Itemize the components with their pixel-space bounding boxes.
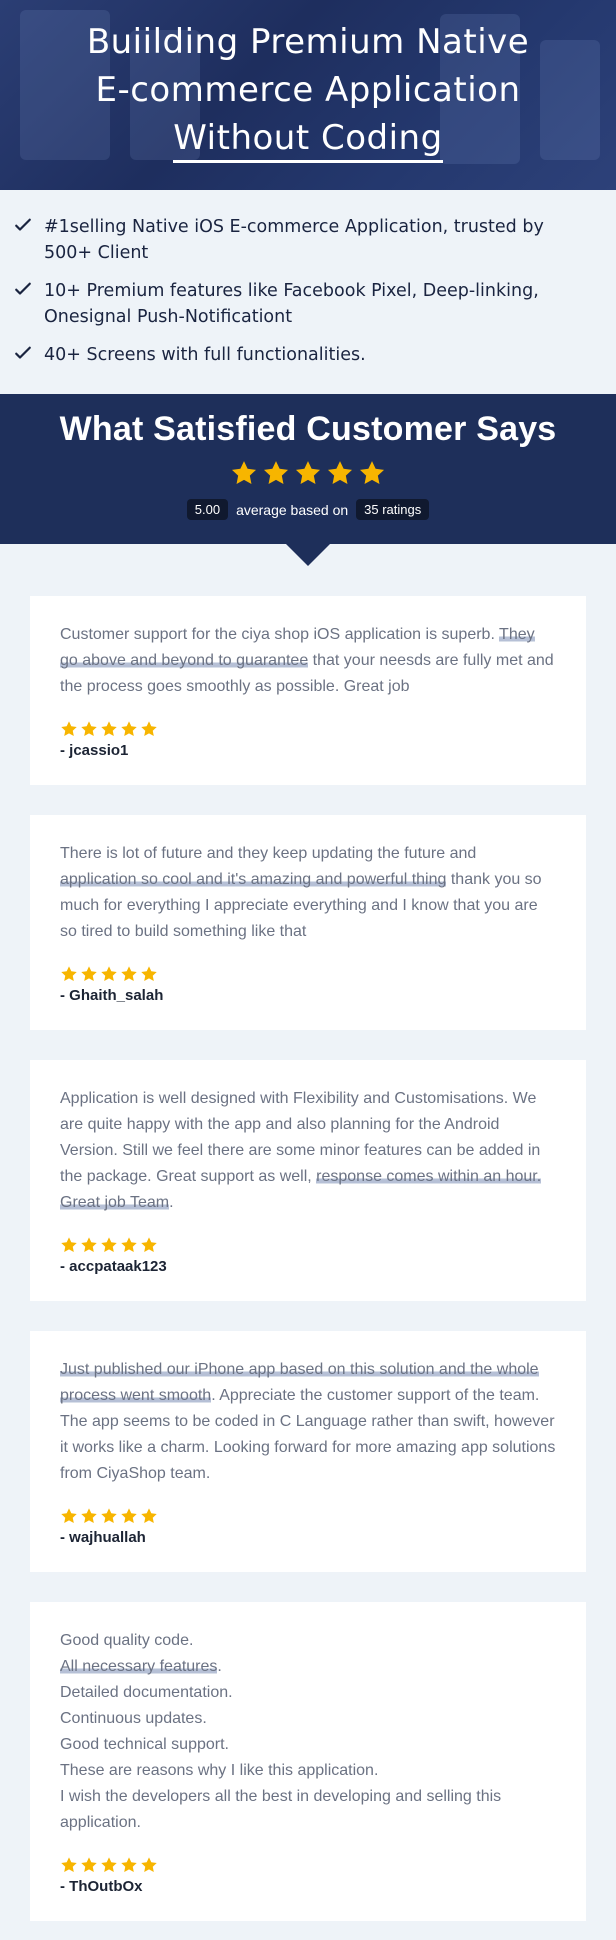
review-text: Just published our iPhone app based on t… — [60, 1357, 556, 1487]
review-text: Good quality code. All necessary features… — [60, 1628, 556, 1836]
star-icon — [141, 1857, 157, 1873]
review-highlight: application so cool and it's amazing and… — [60, 871, 447, 888]
star-icon — [359, 461, 385, 484]
check-icon — [15, 346, 31, 359]
review-line: Good quality code. — [60, 1632, 194, 1649]
review-author: - jcassio1 — [60, 742, 129, 759]
hero-banner: Buiilding Premium Native E-commerce Appl… — [0, 0, 616, 190]
review-stars — [60, 1507, 556, 1525]
star-icon — [101, 1237, 117, 1253]
hero-title: Buiilding Premium Native E-commerce Appl… — [0, 18, 616, 163]
review-card: Customer support for the ciya shop iOS a… — [30, 596, 586, 785]
star-icon — [141, 721, 157, 737]
star-icon — [61, 1237, 77, 1253]
review-card: Application is well designed with Flexib… — [30, 1060, 586, 1301]
hero-title-underlined: Without Coding — [173, 118, 443, 163]
average-rating-badge: 5.00 — [186, 499, 229, 520]
star-icon — [81, 1508, 97, 1524]
ratings-count-badge: 35 ratings — [356, 499, 430, 520]
star-icon — [327, 461, 353, 484]
review-highlight: All necessary features — [60, 1658, 218, 1675]
check-icon — [15, 218, 31, 231]
review-stars — [60, 965, 556, 983]
star-icon — [121, 1237, 137, 1253]
star-icon — [141, 1237, 157, 1253]
star-icon — [61, 1857, 77, 1873]
star-icon — [101, 1508, 117, 1524]
review-line: These are reasons why I like this applic… — [60, 1762, 379, 1779]
star-icon — [81, 1857, 97, 1873]
review-author: - ThOutbOx — [60, 1878, 143, 1895]
check-icon — [15, 282, 31, 295]
ratings-title: What Satisfied Customer Says — [59, 410, 557, 448]
star-icon — [231, 461, 257, 484]
feature-text: 40+ Screens with full functionalities. — [44, 345, 366, 365]
review-line: Detailed documentation. — [60, 1684, 233, 1701]
star-icon — [81, 721, 97, 737]
star-icon — [101, 966, 117, 982]
star-icon — [295, 461, 321, 484]
star-icon — [61, 721, 77, 737]
review-line: Good technical support. — [60, 1736, 229, 1753]
star-icon — [101, 721, 117, 737]
review-text: Application is well designed with Flexib… — [60, 1086, 556, 1216]
review-text-part: Customer support for the ciya shop iOS a… — [60, 626, 500, 643]
review-author: - wajhuallah — [60, 1529, 146, 1546]
star-icon — [141, 1508, 157, 1524]
feature-text: #1selling Native iOS E-commerce Applicat… — [44, 217, 544, 263]
review-stars — [60, 1856, 556, 1874]
feature-item: 10+ Premium features like Facebook Pixel… — [0, 278, 616, 330]
ratings-stars — [0, 459, 616, 487]
review-text: There is lot of future and they keep upd… — [60, 841, 556, 945]
reviews-list: Customer support for the ciya shop iOS a… — [0, 544, 616, 1921]
review-stars — [60, 1236, 556, 1254]
hero-title-line: E-commerce Application — [95, 70, 521, 110]
review-stars — [60, 720, 556, 738]
star-icon — [121, 1857, 137, 1873]
star-icon — [61, 966, 77, 982]
ratings-header: What Satisfied Customer Says 5.00 averag… — [0, 394, 616, 566]
hero-title-line: Buiilding Premium Native — [86, 22, 530, 62]
review-text-part: There is lot of future and they keep upd… — [60, 845, 477, 862]
star-icon — [81, 966, 97, 982]
feature-text: 10+ Premium features like Facebook Pixel… — [44, 281, 539, 327]
review-line: . — [217, 1658, 222, 1675]
review-card: There is lot of future and they keep upd… — [30, 815, 586, 1030]
feature-list: #1selling Native iOS E-commerce Applicat… — [0, 190, 616, 394]
star-icon — [121, 1508, 137, 1524]
review-author: - accpataak123 — [60, 1258, 167, 1275]
star-icon — [263, 461, 289, 484]
review-text-part: . — [169, 1194, 174, 1211]
average-label: average based on — [236, 501, 349, 518]
star-icon — [121, 721, 137, 737]
review-line: Continuous updates. — [60, 1710, 207, 1727]
feature-item: #1selling Native iOS E-commerce Applicat… — [0, 214, 616, 266]
star-icon — [121, 966, 137, 982]
review-line: I wish the developers all the best in de… — [60, 1788, 502, 1831]
review-card: Just published our iPhone app based on t… — [30, 1331, 586, 1572]
star-icon — [61, 1508, 77, 1524]
review-card: Good quality code. All necessary features… — [30, 1602, 586, 1921]
star-icon — [101, 1857, 117, 1873]
ratings-summary: 5.00 average based on 35 ratings — [0, 499, 616, 520]
feature-item: 40+ Screens with full functionalities. — [0, 342, 616, 368]
section-pointer-arrow — [286, 544, 330, 566]
star-icon — [141, 966, 157, 982]
review-author: - Ghaith_salah — [60, 987, 164, 1004]
star-icon — [81, 1237, 97, 1253]
review-text: Customer support for the ciya shop iOS a… — [60, 622, 556, 700]
